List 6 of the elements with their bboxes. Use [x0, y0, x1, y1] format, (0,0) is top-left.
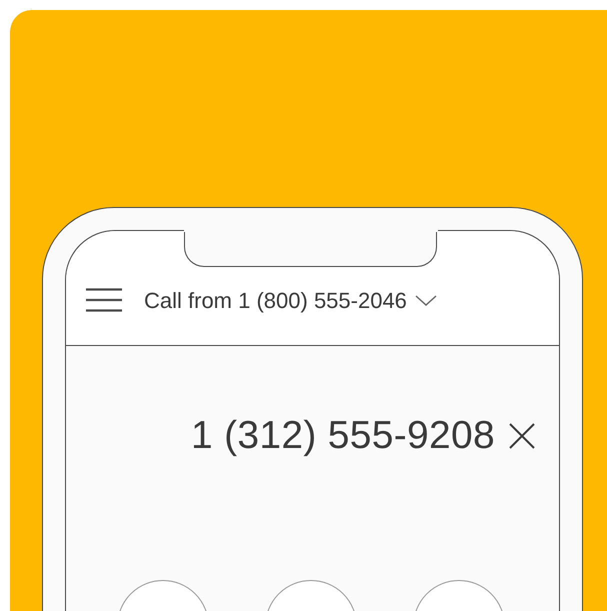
caller-id-dropdown[interactable]: Call from 1 (800) 555-2046	[144, 288, 437, 314]
menu-icon[interactable]	[86, 288, 122, 312]
clear-button[interactable]	[509, 423, 535, 449]
chevron-down-icon	[414, 295, 437, 307]
close-icon	[509, 423, 535, 449]
dialed-number: 1 (312) 555-9208	[190, 414, 495, 458]
